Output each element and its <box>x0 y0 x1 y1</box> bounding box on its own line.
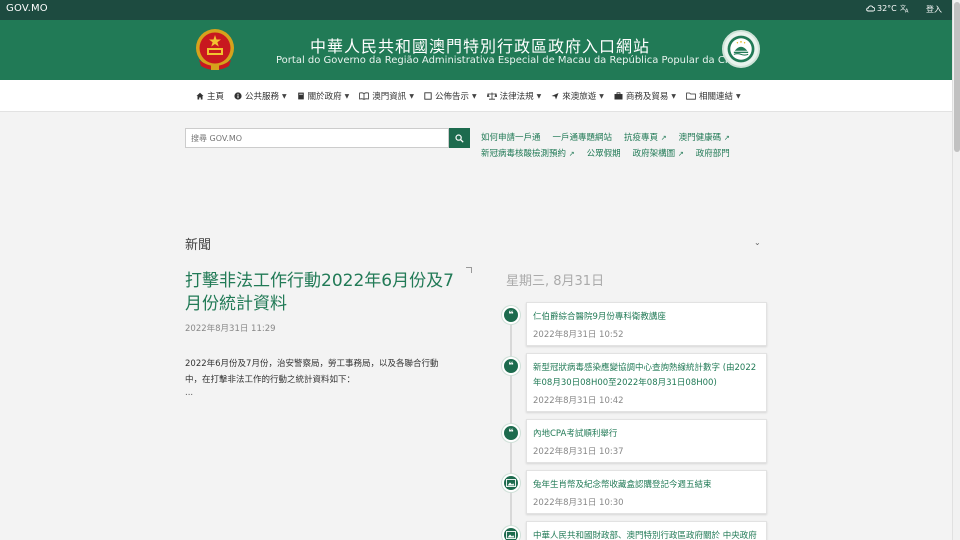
external-link-icon: ↗ <box>677 150 684 158</box>
quicklink-departments[interactable]: 政府部門 <box>696 146 730 162</box>
caret-down-icon: ▼ <box>409 92 414 100</box>
info-icon <box>234 92 242 100</box>
nav-tourism-label: 來澳旅遊 <box>562 92 597 102</box>
nav-laws[interactable]: 法律法規 ▼ <box>486 90 542 102</box>
quicklink-public-holidays[interactable]: 公眾假期 <box>587 146 621 162</box>
timeline-news-item[interactable]: 內地CPA考試順利舉行 2022年8月31日 10:37 <box>526 419 767 463</box>
folder-icon <box>686 92 696 100</box>
login-link[interactable]: 登入 <box>926 4 942 15</box>
nav-tourism[interactable]: 來澳旅遊 ▼ <box>551 90 604 102</box>
featured-news-title[interactable]: 打擊非法工作行動2022年6月份及7月份統計資料 <box>185 270 455 316</box>
quicklink-antiepidemic[interactable]: 抗疫專頁 ↗ <box>624 130 667 146</box>
timeline-news-item[interactable]: 兔年生肖幣及紀念幣收藏盒認購登記今週五結束 2022年8月31日 10:30 <box>526 470 767 514</box>
timeline-news-item[interactable]: 仁伯爵綜合醫院9月份專科衛教講座 2022年8月31日 10:52 <box>526 302 767 346</box>
timeline-news-title: 內地CPA考試順利舉行 <box>533 429 618 439</box>
featured-news-more[interactable]: ... <box>185 388 193 398</box>
search-bar <box>185 128 470 148</box>
nav-business[interactable]: 商務及貿易 ▼ <box>614 90 676 102</box>
external-link-icon: ↗ <box>723 134 730 142</box>
site-title-chinese: 中華人民共和國澳門特別行政區政府入口網站 <box>310 37 651 56</box>
quote-icon: ❝ <box>502 357 520 375</box>
svg-text:A: A <box>905 9 909 14</box>
corner-bracket-icon <box>466 267 472 273</box>
external-link-icon: ↗ <box>568 150 575 158</box>
caret-down-icon: ▼ <box>536 92 542 100</box>
home-icon <box>196 92 204 100</box>
timeline-news-item[interactable]: 中華人民共和國財政部、澳門特別行政區政府關於 中央政府 <box>526 521 767 540</box>
timeline-news-date: 2022年8月31日 10:42 <box>533 396 624 406</box>
quicklink-apply-account[interactable]: 如何申請一戶通 <box>481 130 541 146</box>
nav-about-government-label: 關於政府 <box>307 92 342 102</box>
cloud-icon <box>866 5 875 12</box>
nav-public-services[interactable]: 公共服務 ▼ <box>234 90 287 102</box>
quote-icon: ❝ <box>502 424 520 442</box>
timeline-date-heading: 星期三, 8月31日 <box>506 274 605 289</box>
timeline-news-date: 2022年8月31日 10:30 <box>533 498 624 508</box>
quick-links: 如何申請一戶通 一戶通專題網站 抗疫專頁 ↗ 澳門健康碼 ↗ 新冠病毒核酸檢測預… <box>481 130 751 162</box>
top-bar: GOV.MO 32°C 文A 登入 <box>0 0 952 20</box>
nav-notices[interactable]: 公佈告示 ▼ <box>424 90 477 102</box>
nav-macao-info-label: 澳門資訊 <box>372 92 407 102</box>
macao-regional-emblem-icon[interactable] <box>722 30 760 68</box>
caret-down-icon: ▼ <box>344 92 350 100</box>
quicklink-org-chart[interactable]: 政府架構圖 ↗ <box>633 146 684 162</box>
nav-home-label: 主頁 <box>207 92 225 102</box>
open-book-icon <box>359 92 370 100</box>
search-button[interactable] <box>449 128 470 148</box>
quote-icon: ❝ <box>502 306 520 324</box>
caret-down-icon: ▼ <box>282 92 287 100</box>
news-section-title: 新聞 <box>185 238 212 253</box>
book-icon <box>297 92 304 100</box>
nav-laws-label: 法律法規 <box>499 92 534 102</box>
nav-public-services-label: 公共服務 <box>245 92 280 102</box>
nav-related-links-label: 相關連結 <box>699 92 734 102</box>
plane-icon <box>551 93 559 100</box>
weather-widget[interactable]: 32°C <box>866 4 897 13</box>
scale-icon <box>486 92 497 100</box>
timeline-news-title: 兔年生肖幣及紀念幣收藏盒認購登記今週五結束 <box>533 480 712 490</box>
notice-icon <box>424 92 432 100</box>
quicklink-account-site[interactable]: 一戶通專題網站 <box>553 130 613 146</box>
caret-down-icon: ▼ <box>599 92 604 100</box>
caret-down-icon: ▼ <box>671 92 676 100</box>
site-header: 中華人民共和國澳門特別行政區政府入口網站 Portal do Governo d… <box>0 20 952 80</box>
page-scrollbar[interactable] <box>952 0 960 540</box>
chevron-down-icon[interactable]: ⌄ <box>754 238 761 247</box>
search-input[interactable] <box>185 128 449 148</box>
translate-icon[interactable]: 文A <box>900 3 910 16</box>
temperature: 32°C <box>877 4 897 13</box>
search-icon <box>455 133 464 143</box>
image-icon <box>502 526 520 540</box>
nav-macao-info[interactable]: 澳門資訊 ▼ <box>359 90 414 102</box>
briefcase-icon <box>614 92 623 100</box>
image-icon <box>502 474 520 492</box>
timeline-news-title: 中華人民共和國財政部、澳門特別行政區政府關於 中央政府 <box>533 531 757 540</box>
nav-business-label: 商務及貿易 <box>625 92 669 102</box>
quicklink-covid-test-booking[interactable]: 新冠病毒核酸檢測預約 ↗ <box>481 146 575 162</box>
timeline-news-item[interactable]: 新型冠狀病毒感染應變協調中心查詢熱線統計數字 (由2022年08月30日08H0… <box>526 353 767 412</box>
timeline-news-date: 2022年8月31日 10:52 <box>533 330 624 340</box>
external-link-icon: ↗ <box>660 134 667 142</box>
site-title-portuguese: Portal do Governo da Região Administrati… <box>276 55 747 66</box>
featured-news-date: 2022年8月31日 11:29 <box>185 324 276 334</box>
nav-about-government[interactable]: 關於政府 ▼ <box>297 90 350 102</box>
timeline-news-date: 2022年8月31日 10:37 <box>533 447 624 457</box>
timeline-news-title: 新型冠狀病毒感染應變協調中心查詢熱線統計數字 (由2022年08月30日08H0… <box>533 363 757 388</box>
main-navigation: 主頁 公共服務 ▼ 關於政府 ▼ 澳門資訊 ▼ 公佈告示 ▼ 法律法規 ▼ 來澳… <box>0 80 952 112</box>
caret-down-icon: ▼ <box>736 92 741 100</box>
nav-home[interactable]: 主頁 <box>196 90 224 102</box>
scrollbar-thumb[interactable] <box>954 2 960 152</box>
quicklink-health-code[interactable]: 澳門健康碼 ↗ <box>679 130 730 146</box>
gov-mo-logo[interactable]: GOV.MO <box>6 3 48 14</box>
featured-news-body: 2022年6月份及7月份，治安警察局，勞工事務局，以及各聯合行動中，在打擊非法工… <box>185 359 439 385</box>
timeline-news-title: 仁伯爵綜合醫院9月份專科衛教講座 <box>533 312 666 322</box>
prc-national-emblem-icon[interactable] <box>193 26 237 74</box>
nav-related-links[interactable]: 相關連結 ▼ <box>686 90 741 102</box>
caret-down-icon: ▼ <box>471 92 477 100</box>
nav-notices-label: 公佈告示 <box>434 92 469 102</box>
